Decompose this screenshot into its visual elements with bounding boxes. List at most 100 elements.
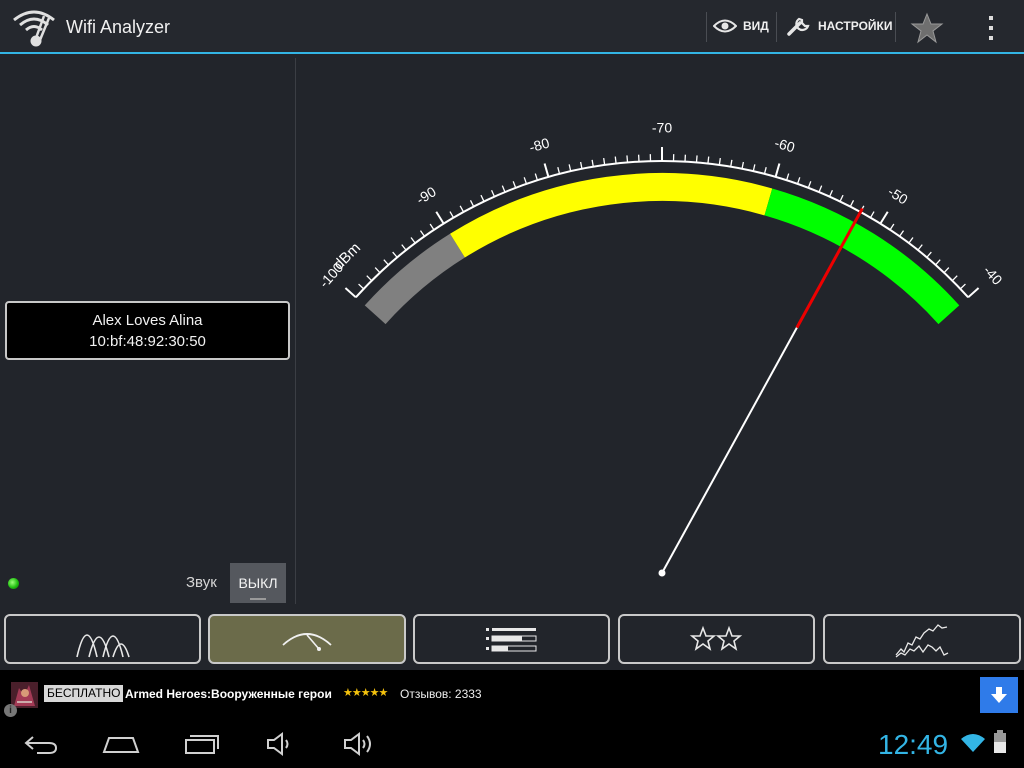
volume-up-button[interactable]: [342, 728, 378, 760]
action-bar: Wifi Analyzer ВИД НАСТРОЙКИ: [0, 0, 1024, 54]
gauge-major-tick: [774, 163, 781, 178]
gauge-tick-label: -80: [527, 134, 551, 155]
needle-pivot: [658, 569, 666, 577]
action-separator: [706, 12, 707, 42]
star-icon[interactable]: [910, 12, 944, 44]
ad-info-icon[interactable]: i: [4, 704, 17, 717]
gauge-minor-tick: [828, 189, 834, 197]
gauge-tick-label: -40: [980, 262, 1006, 288]
gauge-minor-tick: [401, 244, 407, 251]
system-nav-bar: [0, 720, 1024, 768]
ad-reviews: Отзывов: 2333: [400, 687, 482, 701]
rating-stars-icon: [689, 625, 742, 651]
gauge-minor-tick: [512, 181, 517, 189]
gauge-minor-tick: [926, 251, 932, 258]
gauge-minor-tick: [935, 259, 941, 266]
selected-network[interactable]: Alex Loves Alina 10:bf:48:92:30:50: [5, 301, 290, 360]
gauge-minor-tick: [501, 185, 506, 193]
settings-button[interactable]: НАСТРОЙКИ: [786, 0, 892, 52]
channel-graph-icon: [75, 634, 130, 658]
gauge-minor-tick: [785, 173, 790, 181]
view-label: ВИД: [743, 19, 769, 33]
gauge-zones: [364, 173, 960, 325]
eye-icon: [713, 19, 737, 33]
gauge-minor-tick: [796, 177, 801, 185]
gauge-minor-tick: [469, 200, 475, 207]
home-button[interactable]: [100, 728, 142, 760]
gauge-minor-tick: [741, 161, 745, 169]
gauge-major-tick: [967, 287, 980, 299]
gauge-major-tick: [879, 211, 889, 225]
gauge-tick-label: -90: [413, 183, 439, 207]
recent-apps-icon: [185, 735, 219, 754]
ad-rating-stars: ★★★★★: [343, 687, 388, 699]
action-separator: [895, 12, 896, 42]
gauge-minor-tick: [707, 156, 710, 164]
gauge-minor-tick: [591, 159, 594, 167]
gauge-minor-tick: [951, 275, 958, 282]
gauge-minor-tick: [614, 156, 617, 164]
ad-download-button[interactable]: [980, 677, 1018, 713]
tab-time-graph[interactable]: [823, 614, 1021, 664]
overflow-menu-icon[interactable]: [986, 15, 996, 41]
tab-channel-graph[interactable]: [4, 614, 201, 664]
settings-label: НАСТРОЙКИ: [818, 19, 893, 33]
gauge-minor-tick: [889, 223, 895, 231]
needle-shaft: [661, 327, 798, 574]
back-button[interactable]: [22, 728, 60, 760]
gauge-minor-tick: [917, 244, 923, 251]
gauge-zone: [450, 173, 773, 258]
signal-gauge: -100-90-80-70-60-50-40 dBm: [316, 120, 1006, 577]
download-arrow-icon: [991, 687, 1007, 703]
recent-apps-button[interactable]: [182, 728, 222, 760]
tab-signal-meter[interactable]: [208, 614, 406, 664]
network-ssid: Alex Loves Alina: [92, 311, 203, 329]
gauge-minor-tick: [534, 173, 539, 181]
signal-meter-icon: [282, 633, 332, 651]
wifi-tuning-fork-icon[interactable]: [12, 6, 56, 48]
gauge-tick-label: -50: [885, 183, 911, 207]
status-clock: 12:49: [878, 729, 949, 760]
wifi-status-icon: [961, 734, 985, 752]
status-led-icon: [8, 578, 19, 589]
gauge-minor-tick: [459, 205, 465, 213]
gauge-minor-tick: [908, 237, 914, 244]
sound-label: Звук: [186, 574, 217, 591]
view-button[interactable]: ВИД: [713, 0, 769, 52]
time-graph-icon: [895, 624, 949, 658]
gauge-minor-tick: [557, 167, 561, 175]
sound-toggle-button[interactable]: ВЫКЛ: [230, 563, 286, 603]
game-thumbnail-icon[interactable]: [11, 682, 38, 708]
action-separator: [776, 12, 777, 42]
volume-down-icon: [267, 732, 289, 756]
gauge-minor-tick: [419, 230, 426, 237]
gauge-minor-tick: [752, 164, 756, 172]
tab-channel-rating[interactable]: [618, 614, 815, 664]
battery-icon: [994, 730, 1006, 753]
gauge-minor-tick: [568, 164, 572, 172]
gauge-minor-tick: [730, 159, 733, 167]
gauge-minor-tick: [358, 283, 365, 290]
gauge-minor-tick: [763, 167, 767, 175]
volume-down-button[interactable]: [264, 728, 296, 760]
gauge-zone: [364, 233, 466, 325]
network-bssid: 10:bf:48:92:30:50: [89, 332, 206, 350]
ad-title[interactable]: Armed Heroes:Вооруженные герои: [125, 687, 332, 701]
gauge-minor-tick: [429, 223, 435, 231]
gauge-minor-tick: [898, 230, 905, 237]
home-icon: [102, 737, 140, 753]
gauge-minor-tick: [718, 157, 721, 166]
gauge-minor-tick: [523, 177, 528, 185]
gauge-major-tick: [435, 211, 445, 225]
gauge-minor-tick: [383, 259, 389, 266]
tab-ap-list[interactable]: [413, 614, 610, 664]
ad-free-badge: БЕСПЛАТНО: [44, 685, 124, 702]
gauge-minor-tick: [818, 185, 823, 193]
gauge-minor-tick: [603, 157, 606, 166]
list-icon: [485, 628, 536, 652]
gauge-minor-tick: [366, 275, 373, 282]
gauge-major-tick: [543, 163, 550, 178]
gauge-minor-tick: [943, 267, 950, 274]
app-title: Wifi Analyzer: [66, 17, 171, 37]
gauge-needle: [658, 207, 864, 577]
